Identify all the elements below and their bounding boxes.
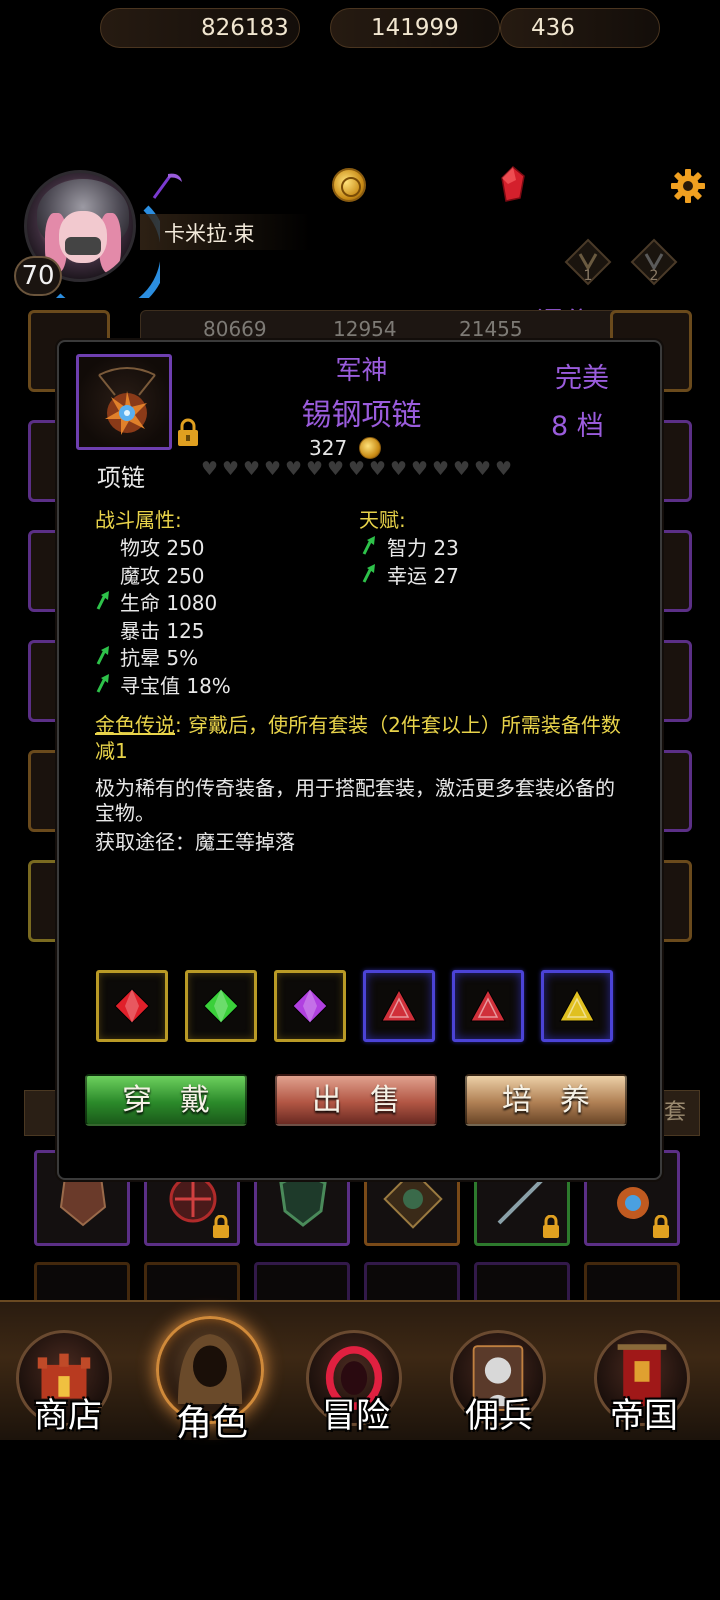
- item-description: 极为稀有的传奇装备，用于搭配套装，激活更多套装必备的宝物。: [95, 776, 615, 825]
- combat-stat: 寻宝值 18%: [120, 673, 231, 698]
- player-name: 卡米拉·束: [164, 222, 255, 246]
- nav-label[interactable]: 帝国: [610, 1388, 678, 1437]
- formation-tab-1-label: 1: [583, 268, 593, 284]
- yellow-triangle-gem-icon: [559, 988, 595, 1022]
- heart-icon: ♥: [285, 458, 303, 480]
- talent-stat: 幸运 27: [387, 563, 459, 588]
- lock-icon: [543, 1215, 559, 1238]
- heart-icon: ♥: [327, 458, 345, 480]
- combat-stat: 魔攻 250: [120, 563, 205, 588]
- item-detail-modal: 军神 锡钢项链 327 完美 8 档 项链 ♥ ♥ ♥ ♥ ♥ ♥ ♥ ♥ ♥ ♥ ♥ ♥ ♥ ♥ ♥ 战斗…: [57, 340, 662, 1180]
- equip-button[interactable]: 穿戴: [85, 1074, 247, 1126]
- heart-icon: ♥: [369, 458, 387, 480]
- green-diamond-gem-icon: [203, 988, 239, 1024]
- item-grade: 8 档: [551, 411, 604, 442]
- combat-stat: 物攻 250: [120, 536, 205, 560]
- heart-icon: ♥: [474, 458, 492, 480]
- sell-button[interactable]: 出售: [275, 1074, 437, 1126]
- lock-icon: [653, 1215, 669, 1238]
- gold-coin-icon: [359, 437, 382, 459]
- heart-icon: ♥: [432, 458, 450, 480]
- gold-resource-bar: 141999: [330, 8, 500, 48]
- formation-tab-1[interactable]: 1: [564, 238, 612, 286]
- avatar-mask: [65, 237, 101, 255]
- nav-label[interactable]: 商店: [34, 1388, 102, 1437]
- bg-stat-1: 80669: [203, 317, 267, 341]
- gem-socket[interactable]: [274, 970, 346, 1042]
- gem-socket[interactable]: [541, 970, 613, 1042]
- gear-icon[interactable]: [670, 168, 706, 204]
- stat-up-arrow-icon: [361, 562, 377, 584]
- formation-tab-2[interactable]: 2: [630, 238, 678, 286]
- red-triangle-gem-icon: [381, 988, 417, 1022]
- purple-diamond-gem-icon: [292, 988, 328, 1024]
- gem-socket[interactable]: [96, 970, 168, 1042]
- gold-coin-icon: [332, 168, 366, 202]
- stat-up-arrow-icon: [95, 644, 111, 666]
- formation-tab-2-label: 2: [649, 268, 659, 284]
- gem-resource-bar: 436: [500, 8, 660, 48]
- heart-icon: ♥: [453, 458, 471, 480]
- durability-hearts: ♥ ♥ ♥ ♥ ♥ ♥ ♥ ♥ ♥ ♥ ♥ ♥ ♥ ♥ ♥: [201, 460, 514, 479]
- stat-up-arrow-icon: [95, 589, 111, 611]
- heart-icon: ♥: [411, 458, 429, 480]
- red-crystal-icon: [501, 166, 525, 202]
- heart-icon: ♥: [495, 458, 513, 480]
- combat-stat: 暴击 125: [120, 618, 205, 643]
- stat-up-arrow-icon: [361, 534, 377, 556]
- stat-up-arrow-icon: [95, 672, 111, 694]
- gem-socket[interactable]: [363, 970, 435, 1042]
- talent-title: 天赋:: [359, 508, 406, 532]
- heart-icon: ♥: [306, 458, 324, 480]
- heart-icon: ♥: [348, 458, 366, 480]
- exp-value: 826183: [201, 15, 289, 41]
- bg-stat-2: 12954: [333, 317, 397, 341]
- nav-label[interactable]: 冒险: [322, 1388, 390, 1437]
- combat-stats-title: 战斗属性:: [95, 508, 182, 532]
- item-price-value: 327: [309, 436, 348, 460]
- item-source: 获取途径：魔王等掉落: [95, 830, 295, 854]
- nav-label[interactable]: 角色: [176, 1394, 248, 1446]
- nav-label[interactable]: 佣兵: [465, 1388, 533, 1437]
- heart-icon: ♥: [201, 458, 219, 480]
- talent-stat: 智力 23: [387, 536, 459, 560]
- exp-resource-bar: 826183: [100, 8, 300, 48]
- level-badge: 70: [14, 256, 62, 296]
- red-diamond-gem-icon: [114, 988, 150, 1024]
- red-triangle-gem-icon: [470, 988, 506, 1022]
- gem-socket[interactable]: [185, 970, 257, 1042]
- combat-stat: 生命 1080: [120, 591, 218, 615]
- bg-stat-3: 21455: [459, 317, 523, 341]
- legend-label: 金色传说: [95, 713, 175, 737]
- item-slot-type: 项链: [97, 464, 145, 492]
- heart-icon: ♥: [243, 458, 261, 480]
- train-button[interactable]: 培养: [465, 1074, 627, 1126]
- lock-icon: [213, 1215, 229, 1238]
- item-quality: 完美: [555, 363, 609, 394]
- heart-icon: ♥: [264, 458, 282, 480]
- gem-socket[interactable]: [452, 970, 524, 1042]
- combat-stat: 抗晕 5%: [120, 646, 199, 670]
- heart-icon: ♥: [222, 458, 240, 480]
- legend-effect: 金色传说: 穿戴后，使所有套装（2件套以上）所需装备件数减1: [95, 712, 625, 764]
- gold-value: 141999: [371, 15, 459, 41]
- heart-icon: ♥: [390, 458, 408, 480]
- gem-value: 436: [531, 15, 575, 41]
